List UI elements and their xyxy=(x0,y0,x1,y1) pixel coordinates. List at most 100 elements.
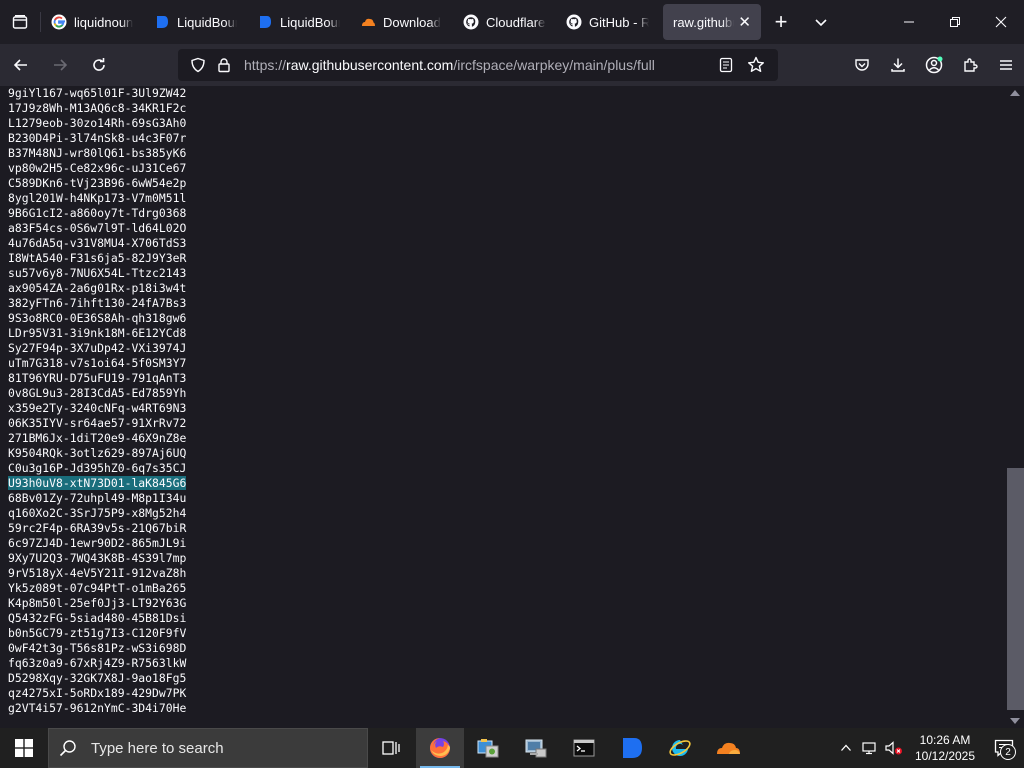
text-line[interactable]: K4p8m50l-25ef0Jj3-LT92Y63G xyxy=(8,596,186,611)
restore-button[interactable] xyxy=(932,0,978,44)
text-line[interactable]: 81T96YRU-D75uFU19-791qAnT3 xyxy=(8,371,186,386)
extensions-button[interactable] xyxy=(952,49,988,81)
text-line[interactable]: uTm7G318-v7s1oi64-5f0SM3Y7 xyxy=(8,356,186,371)
selected-text-line[interactable]: U93h0uV8-xtN73D01-laK845G6 xyxy=(8,476,187,491)
lock-icon[interactable] xyxy=(212,53,236,77)
account-button[interactable] xyxy=(916,49,952,81)
tracking-protection-shield-icon[interactable] xyxy=(186,53,210,77)
taskbar-computer-management[interactable] xyxy=(512,728,560,768)
line-text: x359e2Ty-3240cNFq-w4RT69N3 xyxy=(8,401,187,415)
taskbar-control-panel[interactable] xyxy=(464,728,512,768)
show-hidden-icons-button[interactable] xyxy=(834,728,858,768)
reload-button[interactable] xyxy=(81,49,117,81)
text-line[interactable]: 8ygl201W-h4NKp173-V7m0M51l xyxy=(8,191,186,206)
scrollbar-thumb[interactable] xyxy=(1007,468,1024,710)
downloads-button[interactable] xyxy=(880,49,916,81)
text-line[interactable]: Yk5z089t-07c94PtT-o1mBa265 xyxy=(8,581,186,596)
text-line[interactable]: 382yFTn6-7ihft130-24fA7Bs3 xyxy=(8,296,186,311)
text-line[interactable]: q160Xo2C-3SrJ75P9-x8Mg52h4 xyxy=(8,506,186,521)
search-icon xyxy=(59,740,76,757)
text-line[interactable]: 6c97ZJ4D-1ewr90D2-865mJL9i xyxy=(8,536,186,551)
list-all-tabs-button[interactable] xyxy=(801,0,841,44)
text-line[interactable]: B37M48NJ-wr80lQ61-bs385yK6 xyxy=(8,146,186,161)
scroll-down-arrow-icon[interactable] xyxy=(1010,718,1020,724)
text-line[interactable]: ax9054ZA-2a6g01Rx-p18i3w4t xyxy=(8,281,186,296)
text-line[interactable]: D5298Xqy-32GK7X8J-9ao18Fg5 xyxy=(8,671,186,686)
taskbar-search-box[interactable]: Type here to search xyxy=(48,728,368,768)
taskbar-internet-explorer[interactable] xyxy=(656,728,704,768)
volume-button[interactable] xyxy=(882,728,906,768)
text-line[interactable]: 17J9z8Wh-M13AQ6c8-34KR1F2c xyxy=(8,101,186,116)
text-line[interactable]: g2VT4i57-9612nYmC-3D4i70He xyxy=(8,701,186,716)
windows-taskbar: Type here to search 10:26 AM 10/12/2025 … xyxy=(0,728,1024,768)
line-text: 382yFTn6-7ihft130-24fA7Bs3 xyxy=(8,296,187,310)
line-text: qz4275xI-5oRDx189-429Dw7PK xyxy=(8,686,187,700)
back-button[interactable] xyxy=(3,49,39,81)
text-line[interactable]: C589DKn6-tVj23B96-6wW54e2p xyxy=(8,176,186,191)
tab-github[interactable]: GitHub - R xyxy=(556,4,659,40)
line-text: 06K35IYV-sr64ae57-91XrRv72 xyxy=(8,416,187,430)
text-line[interactable]: C0u3g16P-Jd395hZ0-6q7s35CJ xyxy=(8,461,186,476)
text-line[interactable]: fq63z0a9-67xRj4Z9-R7563lkW xyxy=(8,656,186,671)
app-menu-button[interactable] xyxy=(988,49,1024,81)
text-line[interactable]: B230D4Pi-3l74nSk8-u4c3F07r xyxy=(8,131,186,146)
minimize-button[interactable] xyxy=(886,0,932,44)
text-line[interactable]: qz4275xI-5oRDx189-429Dw7PK xyxy=(8,686,186,701)
reader-view-icon[interactable] xyxy=(712,53,740,77)
taskbar-liquidbounce[interactable] xyxy=(608,728,656,768)
close-window-button[interactable] xyxy=(978,0,1024,44)
tab-download[interactable]: Download xyxy=(350,4,453,40)
pocket-button[interactable] xyxy=(844,49,880,81)
url-text[interactable]: https://raw.githubusercontent.com/ircfsp… xyxy=(244,57,655,73)
text-line[interactable]: 06K35IYV-sr64ae57-91XrRv72 xyxy=(8,416,186,431)
taskbar-cloudflare-warp[interactable] xyxy=(704,728,752,768)
tab-liquidbounce-2[interactable]: LiquidBoun xyxy=(247,4,350,40)
network-button[interactable] xyxy=(858,728,882,768)
text-line[interactable]: a83F54cs-0S6w7l9T-ld64L02O xyxy=(8,221,186,236)
action-center-button[interactable]: 2 xyxy=(984,728,1024,768)
text-line[interactable]: 68Bv01Zy-72uhpl49-M8p1I34u xyxy=(8,491,186,506)
tab-liquidbounce-1[interactable]: LiquidBoun xyxy=(144,4,247,40)
text-line[interactable]: I8WtA540-F31s6ja5-82J9Y3eR xyxy=(8,251,186,266)
taskbar-clock[interactable]: 10:26 AM 10/12/2025 xyxy=(906,732,984,764)
text-line[interactable]: Sy27F94p-3X7uDp42-VXi3974J xyxy=(8,341,186,356)
raw-text-content[interactable]: 9giYl167-wq65l01F-3Ul9ZW42 17J9z8Wh-M13AQ… xyxy=(8,86,187,716)
text-line[interactable]: b0n5GC79-zt51g7I3-C120F9fV xyxy=(8,626,186,641)
text-line[interactable]: LDr95V31-3i9nk18M-6E12YCd8 xyxy=(8,326,186,341)
taskbar-terminal[interactable] xyxy=(560,728,608,768)
line-text: I8WtA540-F31s6ja5-82J9Y3eR xyxy=(8,251,187,265)
bookmark-star-icon[interactable] xyxy=(742,53,770,77)
line-text: b0n5GC79-zt51g7I3-C120F9fV xyxy=(8,626,187,640)
taskbar-firefox[interactable] xyxy=(416,728,464,768)
forward-button[interactable] xyxy=(42,49,78,81)
download-icon xyxy=(891,58,905,72)
text-line[interactable]: L1279eob-30zo14Rh-69sG3Ah0 xyxy=(8,116,186,131)
text-line[interactable]: vp80w2H5-Ce82x96c-uJ31Ce67 xyxy=(8,161,186,176)
text-line[interactable]: 9B6G1cI2-a860oy7t-Tdrg0368 xyxy=(8,206,186,221)
text-line[interactable]: x359e2Ty-3240cNFq-w4RT69N3 xyxy=(8,401,186,416)
text-line[interactable]: 59rc2F4p-6RA39v5s-21Q67biR xyxy=(8,521,186,536)
text-line[interactable]: Q5432zFG-5siad480-45B81Dsi xyxy=(8,611,186,626)
url-bar[interactable]: https://raw.githubusercontent.com/ircfsp… xyxy=(178,49,778,81)
text-line[interactable]: 9giYl167-wq65l01F-3Ul9ZW42 xyxy=(8,86,186,101)
vertical-scrollbar[interactable] xyxy=(1007,86,1024,728)
tab-cloudflare[interactable]: Cloudflare- xyxy=(453,4,556,40)
tab-liquidnoun[interactable]: liquidnoun xyxy=(41,4,144,40)
text-line[interactable]: 271BM6Jx-1diT20e9-46X9nZ8e xyxy=(8,431,186,446)
close-tab-icon[interactable]: ✕ xyxy=(738,13,751,31)
text-line[interactable]: 4u76dA5q-v31V8MU4-X706TdS3 xyxy=(8,236,186,251)
tab-raw-githubusercontent[interactable]: raw.githubu ✕ xyxy=(663,4,761,40)
text-line[interactable]: 0wF42t3g-T56s81Pz-wS3i698D xyxy=(8,641,186,656)
text-line[interactable]: 9Xy7U2Q3-7WQ43K8B-4S39l7mp xyxy=(8,551,186,566)
text-line[interactable]: su57v6y8-7NU6X54L-Ttzc2143 xyxy=(8,266,186,281)
text-line[interactable]: 9S3o8RC0-0E36S8Ah-qh318gw6 xyxy=(8,311,186,326)
scroll-up-arrow-icon[interactable] xyxy=(1010,90,1020,96)
text-line[interactable]: K9504RQk-3otlz629-897Aj6UQ xyxy=(8,446,186,461)
github-icon xyxy=(566,14,582,30)
firefox-view-button[interactable] xyxy=(0,0,40,44)
text-line[interactable]: 0v8GL9u3-28I3CdA5-Ed7859Yh xyxy=(8,386,186,401)
text-line[interactable]: 9rV518yX-4eV5Y21I-912vaZ8h xyxy=(8,566,186,581)
new-tab-button[interactable]: + xyxy=(761,0,801,44)
task-view-button[interactable] xyxy=(368,728,416,768)
start-button[interactable] xyxy=(0,728,48,768)
